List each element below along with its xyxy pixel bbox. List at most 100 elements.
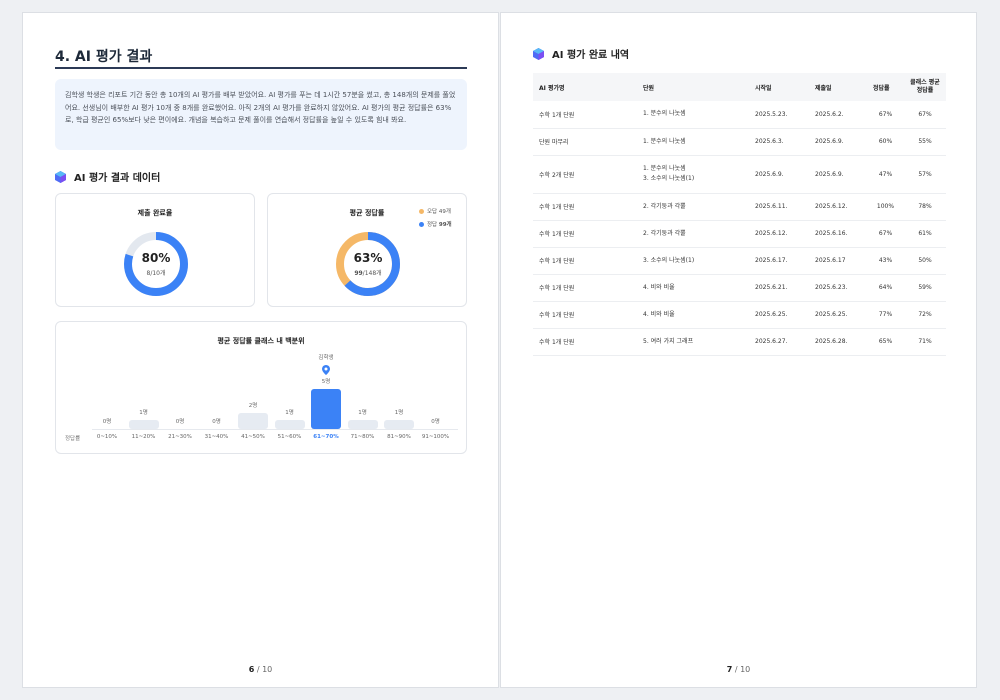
distribution-bar	[274, 420, 305, 429]
cell-class-avg: 59%	[904, 274, 946, 302]
table-row: 수학 1개 단원 2. 각기둥과 각뿔 2025.6.12. 2025.6.16. 67…	[533, 220, 946, 248]
cell-start: 2025.6.25.	[749, 301, 809, 329]
distribution-baseline	[92, 429, 458, 430]
distribution-bar	[311, 389, 341, 429]
cell-name: 수학 1개 단원	[533, 274, 637, 302]
distribution-bar	[128, 420, 159, 429]
cell-submit: 2025.6.9.	[809, 155, 867, 194]
table-row: 수학 1개 단원 3. 소수의 나눗셈(1) 2025.6.17. 2025.6.17…	[533, 247, 946, 275]
cell-unit: 3. 소수의 나눗셈(1)	[637, 247, 749, 275]
summary-box: 김학생 학생은 리포트 기간 동안 총 10개의 AI 평가를 배부 받았어요.…	[55, 79, 467, 150]
cell-start: 2025.6.27.	[749, 328, 809, 356]
completion-rate-card: 제출 완료율 80% 8/10개	[55, 193, 255, 307]
distribution-title: 평균 정답률 클래스 내 백분위	[217, 337, 305, 345]
page-number-total: / 10	[732, 665, 751, 674]
cell-name: 수학 1개 단원	[533, 328, 637, 356]
table-row: 수학 1개 단원 1. 분수의 나눗셈 2025.5.23. 2025.6.2. 67%…	[533, 101, 946, 129]
legend-wrong-value: 49개	[438, 209, 451, 215]
distribution-count-label: 1명	[139, 410, 148, 416]
accuracy-legend: 오답 49개 정답 99개	[419, 207, 452, 233]
cell-rate: 60%	[867, 128, 904, 156]
completion-percent: 80%	[141, 251, 171, 265]
table-header-row: AI 평가명 단원 시작일 제출일 정답률 클래스 평균 정답률	[533, 73, 946, 101]
cell-rate: 67%	[867, 101, 904, 129]
cell-rate: 47%	[867, 155, 904, 194]
cell-submit: 2025.6.12.	[809, 193, 867, 221]
cell-class-avg: 71%	[904, 328, 946, 356]
location-pin-icon	[322, 365, 330, 375]
report-page-7: AI 평가 완료 내역 AI 평가명 단원 시작일 제출일 정답률 클래스 평균…	[500, 12, 977, 688]
cell-name: 수학 1개 단원	[533, 247, 637, 275]
unit-text: 2. 각기둥과 각뿔	[643, 229, 686, 237]
accuracy-detail: 99/148개	[334, 268, 402, 277]
cell-unit: 2. 각기둥과 각뿔	[637, 220, 749, 248]
table-row: 수학 2개 단원 1. 분수의 나눗셈 3. 소수의 나눗셈(1) 2025.6.9.…	[533, 155, 946, 194]
cell-name: 수학 1개 단원	[533, 301, 637, 329]
cell-rate: 64%	[867, 274, 904, 302]
accuracy-detail-correct: 99	[354, 270, 363, 277]
col-header-rate: 정답률	[867, 73, 904, 101]
cell-start: 2025.6.9.	[749, 155, 809, 194]
completed-list-heading-label: AI 평가 완료 내역	[552, 50, 630, 61]
col-header-class-avg: 클래스 평균 정답률	[904, 73, 946, 101]
completed-evaluations-table: AI 평가명 단원 시작일 제출일 정답률 클래스 평균 정답률 수학 1개 단…	[533, 73, 946, 356]
cell-class-avg: 72%	[904, 301, 946, 329]
cell-start: 2025.6.12.	[749, 220, 809, 248]
cell-submit: 2025.6.25.	[809, 301, 867, 329]
cell-unit: 1. 분수의 나눗셈	[637, 128, 749, 156]
table-row: 수학 1개 단원 2. 각기둥과 각뿔 2025.6.11. 2025.6.12. 10…	[533, 193, 946, 221]
unit-text: 4. 비와 비율	[643, 283, 675, 291]
distribution-card: 평균 정답률 클래스 내 백분위 정답률 0명 0~10% 1명 11~20% 0명 21…	[55, 321, 467, 454]
distribution-bar	[238, 413, 268, 429]
table-row: 수학 1개 단원 5. 여러 가지 그래프 2025.6.27. 2025.6.28.…	[533, 328, 946, 356]
page-number: 6 / 10	[23, 665, 498, 674]
cell-unit: 2. 각기둥과 각뿔	[637, 193, 749, 221]
distribution-count-label: 1명	[394, 410, 404, 416]
cell-submit: 2025.6.16.	[809, 220, 867, 248]
unit-text: 2. 각기둥과 각뿔	[643, 202, 686, 210]
legend-correct-value: 99개	[438, 222, 452, 228]
cell-start: 2025.6.21.	[749, 274, 809, 302]
unit-text: 1. 분수의 나눗셈	[643, 165, 686, 172]
cell-submit: 2025.6.28.	[809, 328, 867, 356]
cell-start: 2025.6.3.	[749, 128, 809, 156]
legend-correct-dot	[419, 221, 424, 227]
cell-submit: 2025.6.9.	[809, 128, 867, 156]
cell-rate: 43%	[867, 247, 904, 275]
table-row: 단원 마무리 1. 분수의 나눗셈 2025.6.3. 2025.6.9. 60% 55%	[533, 128, 946, 156]
cell-unit: 1. 분수의 나눗셈 3. 소수의 나눗셈(1)	[637, 155, 749, 194]
col-header-start: 시작일	[749, 73, 809, 101]
data-heading-label: AI 평가 결과 데이터	[74, 173, 161, 184]
legend-wrong-dot	[419, 208, 424, 214]
completion-detail: 8/10개	[146, 270, 166, 277]
cube-icon	[533, 47, 544, 60]
cell-unit: 1. 분수의 나눗셈	[637, 101, 749, 129]
cell-class-avg: 61%	[904, 220, 946, 248]
cell-unit: 5. 여러 가지 그래프	[637, 328, 749, 356]
cell-name: 수학 1개 단원	[533, 193, 637, 221]
unit-text: 4. 비와 비율	[643, 310, 675, 318]
legend-wrong-label: 오답	[427, 209, 438, 215]
col-header-submit: 제출일	[809, 73, 867, 101]
page-number-total: / 10	[254, 665, 273, 674]
unit-text: 5. 여러 가지 그래프	[643, 337, 694, 345]
legend-correct-label: 정답	[427, 222, 438, 228]
accuracy-percent: 63%	[353, 251, 383, 265]
cell-name: 단원 마무리	[533, 128, 637, 156]
cell-submit: 2025.6.17	[809, 247, 867, 275]
col-header-name: AI 평가명	[533, 73, 637, 101]
unit-text: 3. 소수의 나눗셈(1)	[643, 175, 695, 182]
cell-rate: 67%	[867, 220, 904, 248]
cell-class-avg: 55%	[904, 128, 946, 156]
accuracy-card: 평균 정답률 오답 49개 정답 99개 63% 99/148개	[267, 193, 467, 307]
distribution-count-label: 0명	[212, 419, 221, 425]
legend-wrong: 오답 49개	[419, 207, 452, 215]
cell-class-avg: 67%	[904, 101, 946, 129]
cube-icon	[55, 170, 66, 183]
cell-class-avg: 50%	[904, 247, 946, 275]
cell-submit: 2025.6.2.	[809, 101, 867, 129]
cell-name: 수학 1개 단원	[533, 101, 637, 129]
cell-start: 2025.6.17.	[749, 247, 809, 275]
distribution-count-label: 5명	[321, 379, 331, 385]
distribution-bar	[347, 420, 378, 429]
